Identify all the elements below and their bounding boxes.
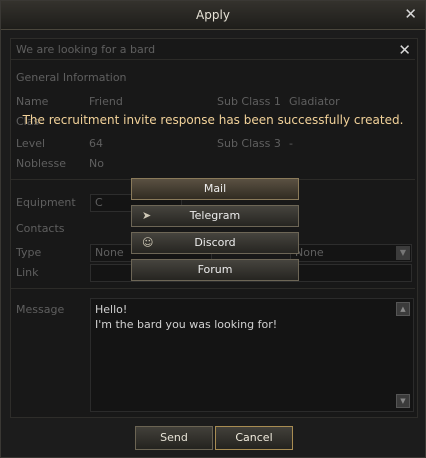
window-title: Apply [196,8,230,22]
message-label: Message [16,303,65,316]
chevron-down-icon[interactable]: ▼ [396,246,410,260]
level-value: 64 [89,137,103,150]
share-telegram-label: Telegram [189,209,241,222]
success-notice: The recruitment invite response has been… [22,113,404,127]
send-button[interactable]: Send [135,426,213,450]
share-mail-button[interactable]: Mail [131,178,299,200]
share-forum-button[interactable]: Forum [131,259,299,281]
contact-type-select-2[interactable]: None ▼ [290,244,412,262]
type-label: Type [16,246,42,259]
message-line: I'm the bard you was looking for! [95,318,278,331]
discord-icon: ☺ [142,236,154,249]
panel-heading: We are looking for a bard [16,43,156,56]
contact-type-value: None [95,246,124,259]
subclass3-value: - [289,137,293,150]
share-discord-button[interactable]: ☺ Discord [131,232,299,254]
message-line: Hello! [95,303,128,316]
divider [11,288,415,289]
share-mail-label: Mail [203,182,227,195]
share-discord-label: Discord [194,236,236,249]
telegram-icon: ➤ [142,209,152,222]
panel-close-icon[interactable]: ✕ [398,41,411,59]
share-forum-label: Forum [197,263,233,276]
link-label: Link [16,266,39,279]
general-info-title: General Information [16,71,127,84]
cancel-button[interactable]: Cancel [215,426,293,450]
share-telegram-button[interactable]: ➤ Telegram [131,205,299,227]
noblesse-label: Noblesse [16,157,66,170]
message-textarea[interactable]: Hello! I'm the bard you was looking for!… [90,298,414,412]
scroll-up-icon[interactable]: ▲ [396,302,410,316]
equipment-value: C [95,196,103,209]
titlebar: Apply ✕ [1,1,425,30]
contact-type-value-2: None [295,246,324,259]
subclass1-label: Sub Class 1 [217,95,281,108]
scroll-down-icon[interactable]: ▼ [396,394,410,408]
subclass3-label: Sub Class 3 [217,137,281,150]
equipment-label: Equipment [16,196,76,209]
application-panel: We are looking for a bard ✕ General Info… [10,38,418,418]
apply-dialog: Apply ✕ We are looking for a bard ✕ Gene… [0,0,426,458]
subclass1-value: Gladiator [289,95,340,108]
noblesse-value: No [89,157,104,170]
level-label: Level [16,137,46,150]
divider [11,59,415,60]
name-value: Friend [89,95,123,108]
name-label: Name [16,95,49,108]
contacts-title: Contacts [16,222,65,235]
close-icon[interactable]: ✕ [404,5,417,23]
